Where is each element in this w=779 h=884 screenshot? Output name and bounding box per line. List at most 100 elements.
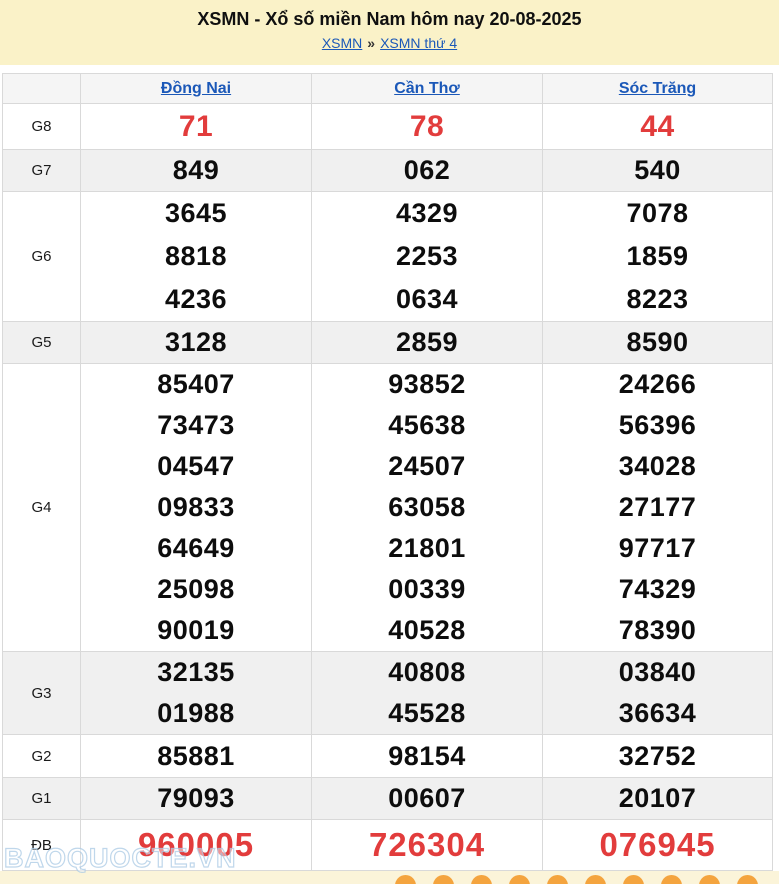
prize-cell-G3-col2: 0384036634 <box>543 652 773 735</box>
prize-cell-G8-col2: 44 <box>543 104 773 150</box>
prize-cell-DB-col2: 076945 <box>543 820 773 871</box>
prize-number: 076945 <box>543 820 772 870</box>
prize-number: 44 <box>543 104 772 149</box>
prize-number: 24507 <box>312 446 542 487</box>
province-link-dong-nai[interactable]: Đồng Nai <box>161 80 231 97</box>
prize-cell-G5-col0: 3128 <box>81 322 312 364</box>
prize-number: 32135 <box>81 652 311 693</box>
prize-cell-G4-col0: 85407734730454709833646492509890019 <box>81 364 312 652</box>
prize-number: 98154 <box>312 735 542 777</box>
prize-number: 40808 <box>312 652 542 693</box>
prize-cell-G8-col1: 78 <box>312 104 543 150</box>
prize-cell-G6-col2: 707818598223 <box>543 192 773 322</box>
prize-cell-G1-col2: 20107 <box>543 778 773 820</box>
lotto-ball-icon <box>547 875 568 884</box>
prize-number: 63058 <box>312 487 542 528</box>
breadcrumb-separator: » <box>367 35 375 51</box>
prize-cell-G6-col1: 432922530634 <box>312 192 543 322</box>
prize-number: 2859 <box>312 322 542 363</box>
prize-number: 03840 <box>543 652 772 693</box>
results-tbody: G8717844G7849062540G63645881842364329225… <box>3 104 773 871</box>
prize-number: 540 <box>543 150 772 191</box>
prize-number: 960005 <box>81 820 311 870</box>
prize-number: 64649 <box>81 528 311 569</box>
lotto-ball-icon <box>699 875 720 884</box>
prize-number: 79093 <box>81 778 311 819</box>
column-header-soc-trang: Sóc Trăng <box>543 74 773 104</box>
prize-row-G2: G2858819815432752 <box>3 735 773 778</box>
prize-number: 25098 <box>81 569 311 610</box>
prize-cell-G7-col1: 062 <box>312 150 543 192</box>
prize-number: 3645 <box>81 192 311 235</box>
prize-label-G4: G4 <box>3 364 81 652</box>
prize-number: 8818 <box>81 235 311 278</box>
prize-cell-G4-col1: 93852456382450763058218010033940528 <box>312 364 543 652</box>
breadcrumb-link-xsmn-thu-4[interactable]: XSMN thứ 4 <box>380 35 457 51</box>
prize-cell-G3-col1: 4080845528 <box>312 652 543 735</box>
prize-row-G7: G7849062540 <box>3 150 773 192</box>
prize-number: 85881 <box>81 735 311 777</box>
prize-number: 78 <box>312 104 542 149</box>
prize-label-G2: G2 <box>3 735 81 778</box>
prize-label-G5: G5 <box>3 322 81 364</box>
prize-number: 78390 <box>543 610 772 651</box>
page-title: XSMN - Xổ số miền Nam hôm nay 20-08-2025 <box>0 9 779 30</box>
prize-number: 40528 <box>312 610 542 651</box>
prize-number: 4329 <box>312 192 542 235</box>
prize-label-DB: ĐB <box>3 820 81 871</box>
prize-cell-G5-col2: 8590 <box>543 322 773 364</box>
prize-number: 20107 <box>543 778 772 819</box>
prize-row-DB: ĐB960005726304076945 <box>3 820 773 871</box>
prize-cell-G2-col1: 98154 <box>312 735 543 778</box>
corner-cell <box>3 74 81 104</box>
lotto-balls-row <box>395 875 758 884</box>
prize-cell-G5-col1: 2859 <box>312 322 543 364</box>
next-section-strip <box>0 871 779 884</box>
prize-cell-G1-col0: 79093 <box>81 778 312 820</box>
prize-number: 8223 <box>543 278 772 321</box>
prize-cell-G7-col0: 849 <box>81 150 312 192</box>
prize-number: 74329 <box>543 569 772 610</box>
prize-cell-DB-col1: 726304 <box>312 820 543 871</box>
prize-cell-G3-col0: 3213501988 <box>81 652 312 735</box>
prize-row-G8: G8717844 <box>3 104 773 150</box>
prize-cell-G2-col0: 85881 <box>81 735 312 778</box>
lottery-results-table: Đồng Nai Cần Thơ Sóc Trăng G8717844G7849… <box>2 73 773 871</box>
prize-number: 849 <box>81 150 311 191</box>
prize-cell-G4-col2: 24266563963402827177977177432978390 <box>543 364 773 652</box>
province-link-soc-trang[interactable]: Sóc Trăng <box>619 80 696 97</box>
breadcrumb-link-xsmn[interactable]: XSMN <box>322 35 362 51</box>
prize-number: 00607 <box>312 778 542 819</box>
province-link-can-tho[interactable]: Cần Thơ <box>394 80 460 97</box>
lotto-ball-icon <box>661 875 682 884</box>
page-header: XSMN - Xổ số miền Nam hôm nay 20-08-2025… <box>0 0 779 65</box>
prize-number: 34028 <box>543 446 772 487</box>
prize-number: 97717 <box>543 528 772 569</box>
lotto-ball-icon <box>737 875 758 884</box>
prize-number: 09833 <box>81 487 311 528</box>
prize-row-G4: G485407734730454709833646492509890019938… <box>3 364 773 652</box>
prize-number: 8590 <box>543 322 772 363</box>
prize-number: 3128 <box>81 322 311 363</box>
prize-row-G3: G3321350198840808455280384036634 <box>3 652 773 735</box>
lotto-ball-icon <box>395 875 416 884</box>
column-header-row: Đồng Nai Cần Thơ Sóc Trăng <box>3 74 773 104</box>
prize-cell-G7-col2: 540 <box>543 150 773 192</box>
prize-number: 062 <box>312 150 542 191</box>
prize-cell-G1-col1: 00607 <box>312 778 543 820</box>
prize-number: 73473 <box>81 405 311 446</box>
prize-number: 56396 <box>543 405 772 446</box>
lotto-ball-icon <box>509 875 530 884</box>
prize-label-G8: G8 <box>3 104 81 150</box>
prize-number: 01988 <box>81 693 311 734</box>
prize-label-G1: G1 <box>3 778 81 820</box>
prize-number: 1859 <box>543 235 772 278</box>
prize-number: 4236 <box>81 278 311 321</box>
prize-row-G1: G1790930060720107 <box>3 778 773 820</box>
prize-number: 7078 <box>543 192 772 235</box>
prize-label-G7: G7 <box>3 150 81 192</box>
prize-number: 726304 <box>312 820 542 870</box>
prize-number: 90019 <box>81 610 311 651</box>
prize-number: 71 <box>81 104 311 149</box>
prize-number: 85407 <box>81 364 311 405</box>
